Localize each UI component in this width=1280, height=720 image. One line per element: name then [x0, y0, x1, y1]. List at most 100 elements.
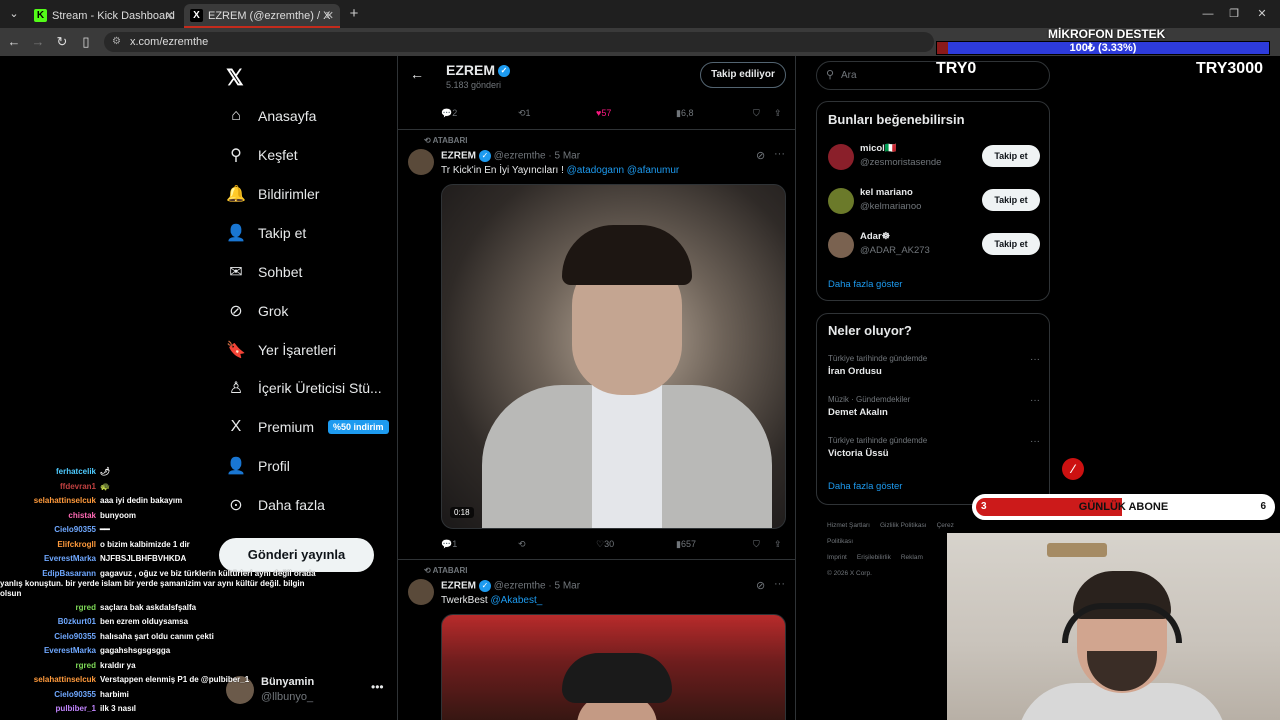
sidebar-toggle-icon[interactable]: ▯	[76, 32, 96, 52]
footer-link[interactable]: Imprint	[827, 554, 847, 561]
follow-button[interactable]: Takip et	[982, 233, 1040, 255]
chat-username[interactable]: EverestMarka	[0, 552, 96, 567]
post-actions: 💬 2 ⟲ 1 ♥ 57 ▮ 6,8 ⛉ ⇪	[398, 108, 795, 124]
footer-link[interactable]: Erişilebilirlik	[857, 554, 891, 561]
trend-context: Türkiye tarihinde gündemde	[828, 354, 928, 363]
more-dots-icon[interactable]: ···	[774, 578, 785, 590]
chat-username[interactable]: Cielo90355	[0, 688, 96, 703]
more-dots-icon[interactable]: •••	[371, 680, 384, 694]
repost-button[interactable]: ⟲ 1	[518, 108, 531, 119]
trend-item[interactable]: Müzik · Gündemdekiler Demet Akalın ···	[828, 395, 1040, 425]
nav-item-ke-fet[interactable]: ⚲ Keşfet	[226, 141, 298, 169]
grok-icon[interactable]: ⊘	[756, 149, 765, 162]
tab-search-icon[interactable]: ⌄	[4, 4, 24, 24]
views-button[interactable]: ▮ 6,8	[676, 108, 693, 119]
chat-username[interactable]: EdipBasarann	[0, 569, 96, 579]
bookmark-icon[interactable]: ⛉	[753, 108, 760, 119]
avatar[interactable]	[408, 149, 434, 175]
chat-username[interactable]: EverestMarka	[0, 644, 96, 659]
reply-button[interactable]: 💬 1	[441, 539, 457, 550]
back-arrow-icon[interactable]: ←	[4, 32, 24, 52]
minimize-button[interactable]: —	[1196, 4, 1220, 24]
close-window-button[interactable]: ✕	[1250, 4, 1274, 24]
bookmark-icon[interactable]: ⛉	[753, 539, 760, 550]
like-button[interactable]: ♥ 57	[596, 108, 611, 118]
chat-username[interactable]: selahattinselcuk	[0, 494, 96, 509]
suggestion-name: micol🇮🇹	[860, 143, 897, 154]
more-dots-icon[interactable]: ···	[1030, 436, 1040, 447]
following-button[interactable]: Takip ediliyor	[700, 62, 786, 88]
sub-goal-label: GÜNLÜK ABONE	[1078, 501, 1169, 513]
show-more-link[interactable]: Daha fazla göster	[828, 279, 902, 290]
nav-item-sohbet[interactable]: ✉ Sohbet	[226, 258, 302, 286]
like-button[interactable]: ♡ 30	[596, 539, 614, 550]
address-bar[interactable]: ⚙ x.com/ezremthe	[104, 32, 934, 52]
back-arrow-icon[interactable]: ←	[410, 66, 424, 82]
chat-message: selahattinselcuk aaa iyi dedin bakayım	[0, 494, 340, 509]
stream-chat-overlay: ferhatcelik 🌶 ffdevran1 🐢 selahattinselcuk aa…	[0, 465, 340, 717]
profile-timeline: ← EZREM ✓ 5.183 gönderi Takip ediliyor 💬 …	[397, 56, 796, 720]
site-info-icon[interactable]: ⚙	[112, 32, 121, 52]
chat-message: ffdevran1 🐢	[0, 480, 340, 495]
reload-icon[interactable]: ↻	[52, 32, 72, 52]
repost-button[interactable]: ⟲	[518, 539, 526, 550]
search-input[interactable]: ⚲ Ara	[816, 61, 1050, 90]
restore-button[interactable]: ❐	[1222, 4, 1246, 24]
forward-arrow-icon[interactable]: →	[28, 32, 48, 52]
follow-button[interactable]: Takip et	[982, 145, 1040, 167]
nav-item-takip-et[interactable]: 👤 Takip et	[226, 219, 306, 247]
x-logo-icon[interactable]: 𝕏	[226, 65, 244, 91]
nav-item-label: Sohbet	[258, 264, 303, 280]
verified-badge-icon: ✓	[479, 150, 491, 162]
tab-close-icon[interactable]: ✕	[165, 4, 174, 28]
footer-link[interactable]: Gizlilik Politikası	[880, 522, 927, 529]
views-button[interactable]: ▮ 657	[676, 539, 696, 550]
more-dots-icon[interactable]: ···	[1030, 354, 1040, 365]
show-more-link[interactable]: Daha fazla göster	[828, 481, 902, 492]
suggestion-item[interactable]: Adar☸ @ADAR_AK273 Takip et	[828, 229, 1040, 261]
share-icon[interactable]: ⇪	[774, 539, 782, 550]
follow-button[interactable]: Takip et	[982, 189, 1040, 211]
chat-username[interactable]: Cielo90355	[0, 630, 96, 645]
chat-username[interactable]: rgred	[0, 601, 96, 616]
avatar[interactable]	[408, 579, 434, 605]
tab-close-icon[interactable]: ✕	[325, 4, 334, 26]
trend-item[interactable]: Türkiye tarihinde gündemde İran Ordusu ·…	[828, 354, 1040, 384]
chat-username[interactable]: rgred	[0, 659, 96, 674]
chat-username[interactable]: ferhatcelik	[0, 465, 96, 480]
chat-username[interactable]: chistak	[0, 509, 96, 524]
chat-text: ━━	[100, 525, 110, 534]
chat-username[interactable]: selahattinselcuk	[0, 673, 96, 688]
nav-item-premium[interactable]: X Premium %50 indirim	[226, 413, 389, 441]
chat-username[interactable]: Cielo90355	[0, 523, 96, 538]
nav-item-grok[interactable]: ⊘ Grok	[226, 297, 288, 325]
nav-item-yer-i-aretleri[interactable]: 🔖 Yer İşaretleri	[226, 336, 336, 364]
footer-link[interactable]: Reklam	[901, 554, 923, 561]
chat-username[interactable]: ffdevran1	[0, 480, 96, 495]
trend-item[interactable]: Türkiye tarihinde gündemde Victoria Üssü…	[828, 436, 1040, 466]
suggestion-item[interactable]: kel mariano @kelmarianoo Takip et	[828, 185, 1040, 217]
tab-x-profile[interactable]: X EZREM (@ezremthe) / X ✕	[184, 4, 340, 28]
share-icon[interactable]: ⇪	[774, 108, 782, 119]
nav-item-anasayfa[interactable]: ⌂ Anasayfa	[226, 102, 316, 130]
footer-link[interactable]: Hizmet Şartları	[827, 522, 870, 529]
new-tab-button[interactable]: +	[344, 4, 364, 24]
suggestion-item[interactable]: micol🇮🇹 @zesmoristasende Takip et	[828, 141, 1040, 173]
chat-username[interactable]: pulbiber_1	[0, 702, 96, 717]
chat-message: selahattinselcuk Verstappen elenmiş P1 de…	[0, 673, 340, 688]
post-video[interactable]: 0:18	[441, 184, 786, 529]
grok-icon[interactable]: ⊘	[756, 579, 765, 592]
post-text: Tr Kick'in En İyi Yayıncıları ! @atadoga…	[441, 165, 680, 176]
premium-discount-badge[interactable]: %50 indirim	[328, 420, 389, 434]
nav-item-bildirimler[interactable]: 🔔 Bildirimler	[226, 180, 319, 208]
tab-kick-dashboard[interactable]: K Stream - Kick Dashboard ✕	[28, 4, 180, 28]
chat-username[interactable]: B0zkurt01	[0, 615, 96, 630]
post-image[interactable]	[441, 614, 786, 720]
image-beret	[562, 653, 672, 703]
more-dots-icon[interactable]: ···	[1030, 395, 1040, 406]
chat-username[interactable]: Elifckrogll	[0, 538, 96, 553]
reply-button[interactable]: 💬 2	[441, 108, 457, 119]
more-dots-icon[interactable]: ···	[774, 148, 785, 160]
chat-message: EverestMarka NJFBSJLBHFBVHKDA	[0, 552, 340, 567]
nav-item-i-erik-reticisi-st[interactable]: ♙ İçerik Üreticisi Stü...	[226, 374, 382, 402]
